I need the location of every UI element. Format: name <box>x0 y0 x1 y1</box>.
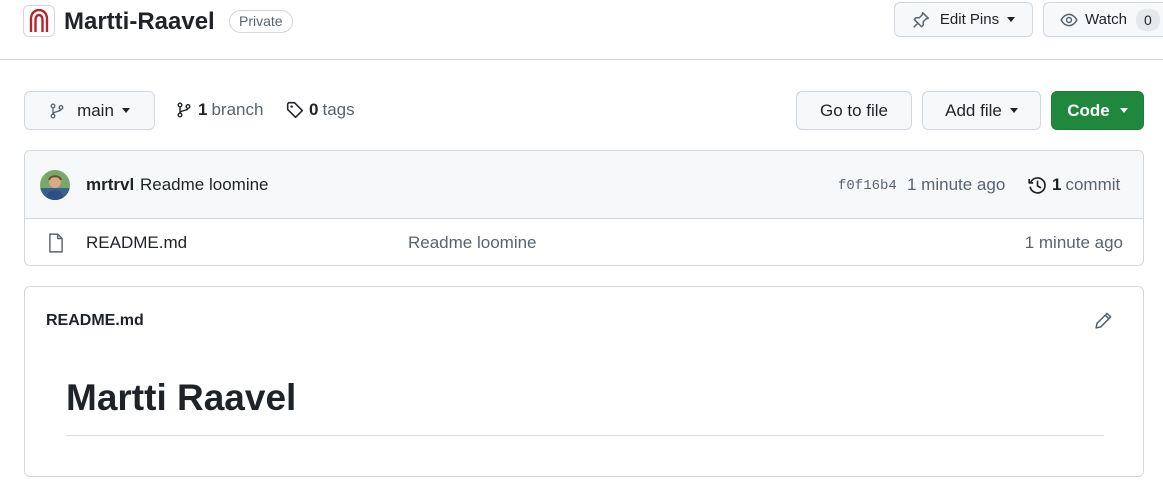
readme-panel: README.md Martti Raavel <box>24 286 1144 477</box>
eye-icon <box>1060 13 1078 26</box>
commit-author[interactable]: mrtrvl <box>86 175 134 195</box>
visibility-badge: Private <box>229 10 293 33</box>
watch-count: 0 <box>1135 8 1160 31</box>
avatar[interactable] <box>40 170 70 200</box>
pencil-icon[interactable] <box>1094 311 1113 330</box>
file-commit-message[interactable]: Readme loomine <box>408 233 537 253</box>
chevron-down-icon <box>1007 17 1016 22</box>
commit-message[interactable]: Readme loomine <box>140 175 269 195</box>
branch-name: main <box>77 100 114 120</box>
file-name[interactable]: README.md <box>86 233 187 253</box>
pin-icon <box>913 11 929 28</box>
commit-count: 1 <box>1052 175 1062 194</box>
tag-count: 0 <box>309 100 319 119</box>
watch-label: Watch <box>1085 11 1127 28</box>
code-label: Code <box>1067 100 1110 120</box>
add-file-label: Add file <box>945 100 1002 120</box>
commit-count-label: commit <box>1065 175 1121 194</box>
arch-logo-icon <box>29 9 49 32</box>
go-to-file-button[interactable]: Go to file <box>796 91 912 130</box>
git-branch-icon <box>50 103 64 118</box>
tag-count-label: tags <box>322 100 355 119</box>
tag-icon <box>286 101 304 119</box>
commit-history-link[interactable]: 1 commit <box>1028 175 1120 195</box>
file-row[interactable]: README.md Readme loomine 1 minute ago <box>25 219 1143 265</box>
readme-heading: Martti Raavel <box>66 377 297 418</box>
commit-sha[interactable]: f0f16b4 <box>838 178 897 194</box>
branch-select-button[interactable]: main <box>24 91 155 130</box>
git-branch-icon <box>177 102 191 118</box>
readme-filename[interactable]: README.md <box>46 312 144 330</box>
tags-link[interactable]: 0 tags <box>286 100 355 120</box>
repo-header: Martti-Raavel Private Edit Pins Watch 0 <box>0 0 1163 60</box>
branches-link[interactable]: 1 branch <box>176 100 263 120</box>
file-browser: mrtrvl Readme loomine f0f16b4 1 minute a… <box>24 150 1144 266</box>
chevron-down-icon <box>1119 108 1128 113</box>
commit-time: 1 minute ago <box>907 175 1006 194</box>
branch-count-label: branch <box>211 100 264 119</box>
latest-commit-row: mrtrvl Readme loomine f0f16b4 1 minute a… <box>25 151 1143 219</box>
chevron-down-icon <box>121 108 130 113</box>
history-icon <box>1028 176 1046 194</box>
repo-owner-avatar[interactable] <box>23 5 55 37</box>
add-file-button[interactable]: Add file <box>922 91 1041 130</box>
code-button[interactable]: Code <box>1051 91 1144 130</box>
user-avatar-icon <box>40 170 70 200</box>
watch-button[interactable]: Watch 0 <box>1043 2 1163 37</box>
repo-title[interactable]: Martti-Raavel <box>64 8 215 36</box>
file-commit-time: 1 minute ago <box>1024 233 1123 252</box>
branch-count: 1 <box>198 100 208 119</box>
heading-divider <box>66 435 1104 436</box>
chevron-down-icon <box>1009 108 1018 113</box>
edit-pins-label: Edit Pins <box>939 11 1000 28</box>
file-icon <box>49 233 63 253</box>
edit-pins-button[interactable]: Edit Pins <box>894 2 1033 37</box>
